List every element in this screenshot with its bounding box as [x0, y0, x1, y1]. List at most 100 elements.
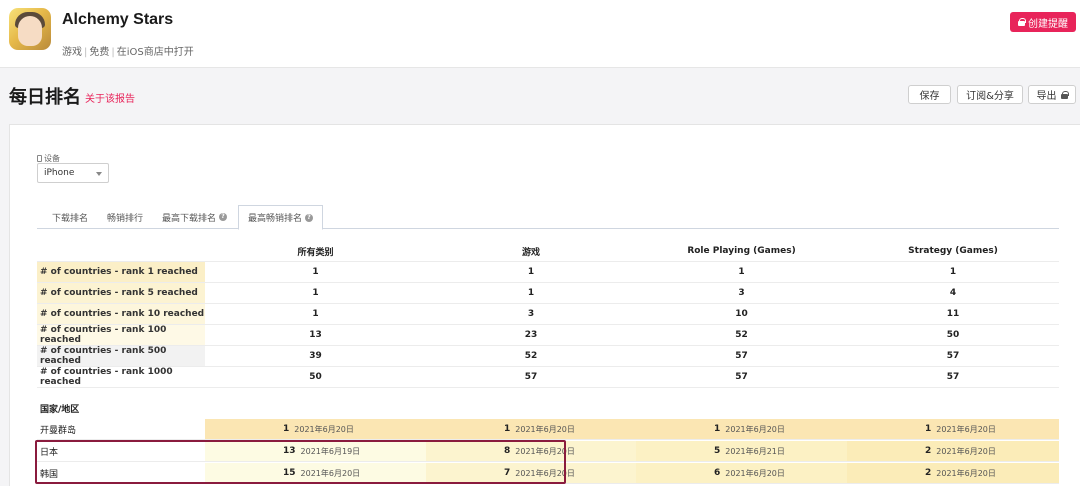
rank-value: 1	[504, 424, 511, 434]
chevron-down-icon	[96, 172, 102, 176]
rank-date: 2021年6月21日	[725, 446, 785, 456]
app-meta: 游戏 | 免费 | 在iOS商店中打开	[62, 43, 194, 58]
rank-date: 2021年6月20日	[294, 424, 354, 434]
rank-value: 1	[283, 424, 290, 434]
table-cell: 10	[735, 309, 748, 319]
table-cell: 57	[946, 351, 960, 361]
highlight-annotation-box	[35, 440, 566, 484]
table-cell: 3	[738, 288, 745, 298]
header-spacer	[37, 241, 205, 261]
rank-value: 2	[925, 468, 932, 478]
row-label: # of countries - rank 100 reached	[37, 325, 205, 345]
country-header-row: 国家/地区	[37, 398, 1059, 418]
country-name[interactable]: 开曼群岛	[37, 419, 205, 439]
rank-date: 2021年6月20日	[936, 446, 996, 456]
row-label: # of countries - rank 10 reached	[37, 304, 205, 324]
rank-value: 1	[714, 424, 721, 434]
meta-separator: |	[111, 47, 115, 58]
page-title: 每日排名	[9, 87, 81, 108]
ranking-tabs: 下载排名 畅销排行 最高下载排名 ? 最高畅销排名 ?	[37, 205, 1059, 230]
tab-top-download-rank[interactable]: 最高下载排名 ?	[162, 205, 228, 229]
rank-cell: 1 2021年6月20日	[636, 419, 847, 439]
table-row: # of countries - rank 1 reached 1 1 1 1	[37, 262, 1059, 283]
rank-cell: 1 2021年6月20日	[205, 419, 426, 439]
tab-label: 下载排名	[52, 213, 89, 224]
rank-cell: 2 2021年6月20日	[847, 441, 1059, 461]
column-header[interactable]: Role Playing (Games)	[636, 241, 847, 261]
create-alert-button[interactable]: 创建提醒	[1010, 12, 1076, 32]
rank-cell: 6 2021年6月20日	[636, 463, 847, 483]
rank-value: 1	[925, 424, 932, 434]
row-label: # of countries - rank 1000 reached	[37, 367, 205, 387]
export-button[interactable]: 导出	[1028, 85, 1076, 104]
open-in-store-link[interactable]: 在iOS商店中打开	[117, 47, 194, 58]
rank-value: 5	[714, 446, 721, 456]
tab-top-grossing-rank[interactable]: 最高畅销排名 ?	[238, 205, 324, 230]
phone-icon	[37, 155, 42, 162]
table-cell: 52	[735, 330, 748, 340]
table-cell: 1	[949, 267, 957, 277]
row-label: # of countries - rank 5 reached	[37, 283, 205, 303]
rank-cell: 1 2021年6月20日	[847, 419, 1059, 439]
table-cell: 23	[524, 330, 538, 340]
table-cell: 1	[312, 267, 319, 277]
column-header[interactable]: 游戏	[426, 241, 636, 261]
rank-date: 2021年6月20日	[936, 468, 996, 478]
table-header-row: 所有类别 游戏 Role Playing (Games) Strategy (G…	[37, 241, 1059, 262]
app-price: 免费	[89, 47, 110, 58]
subscribe-label: 订阅&分享	[966, 91, 1014, 102]
rank-value: 2	[925, 446, 932, 456]
table-cell: 57	[735, 351, 748, 361]
column-header[interactable]: 所有类别	[205, 241, 426, 261]
app-header: Alchemy Stars 游戏 | 免费 | 在iOS商店中打开 创建提醒	[0, 0, 1080, 68]
tab-download-rank[interactable]: 下载排名	[52, 205, 88, 229]
table-row: 开曼群岛 1 2021年6月20日 1 2021年6月20日 1 2021年6月20日…	[37, 419, 1059, 440]
table-cell: 52	[524, 351, 538, 361]
help-icon[interactable]: ?	[219, 213, 228, 221]
rank-cell: 5 2021年6月21日	[636, 441, 847, 461]
table-cell: 57	[735, 372, 748, 382]
table-cell: 3	[527, 309, 535, 319]
lock-icon	[1060, 90, 1069, 99]
app-icon-face	[18, 16, 42, 46]
table-cell: 13	[309, 330, 322, 340]
table-row: # of countries - rank 5 reached 1 1 3 4	[37, 283, 1059, 304]
device-select-value: iPhone	[44, 168, 75, 178]
tab-label: 最高下载排名	[162, 213, 217, 224]
rank-cell: 1 2021年6月20日	[426, 419, 636, 439]
tab-label: 最高畅销排名	[248, 214, 303, 224]
tab-label: 畅销排行	[107, 213, 144, 224]
table-cell: 4	[949, 288, 957, 298]
subscribe-share-button[interactable]: 订阅&分享	[957, 85, 1023, 104]
save-button[interactable]: 保存	[908, 85, 951, 104]
export-label: 导出	[1036, 91, 1057, 102]
table-row: # of countries - rank 10 reached 1 3 10 …	[37, 304, 1059, 325]
country-column-header: 国家/地区	[40, 404, 80, 415]
help-icon[interactable]: ?	[305, 213, 314, 222]
table-cell: 1	[738, 267, 745, 277]
rank-date: 2021年6月20日	[725, 468, 785, 478]
table-row: # of countries - rank 1000 reached 50 57…	[37, 367, 1059, 388]
app-title: Alchemy Stars	[62, 11, 174, 28]
table-row: # of countries - rank 500 reached 39 52 …	[37, 346, 1059, 367]
app-genre-link[interactable]: 游戏	[62, 47, 82, 58]
table-cell: 57	[524, 372, 538, 382]
table-cell: 1	[527, 267, 535, 277]
about-report-link[interactable]: 关于该报告	[85, 90, 135, 105]
table-cell: 11	[946, 309, 960, 319]
create-alert-label: 创建提醒	[1028, 18, 1068, 30]
table-cell: 1	[312, 309, 319, 319]
rank-cell: 2 2021年6月20日	[847, 463, 1059, 483]
lock-icon	[1018, 18, 1026, 26]
table-cell: 1	[312, 288, 319, 298]
meta-separator: |	[84, 47, 88, 58]
device-select[interactable]: iPhone	[37, 163, 109, 183]
tab-grossing-rank[interactable]: 畅销排行	[107, 205, 143, 229]
save-label: 保存	[919, 91, 940, 102]
table-cell: 50	[309, 372, 322, 382]
column-header[interactable]: Strategy (Games)	[847, 241, 1059, 261]
table-cell: 1	[527, 288, 535, 298]
app-icon[interactable]	[9, 8, 51, 50]
table-cell: 57	[946, 372, 960, 382]
rank-value: 6	[714, 468, 721, 478]
